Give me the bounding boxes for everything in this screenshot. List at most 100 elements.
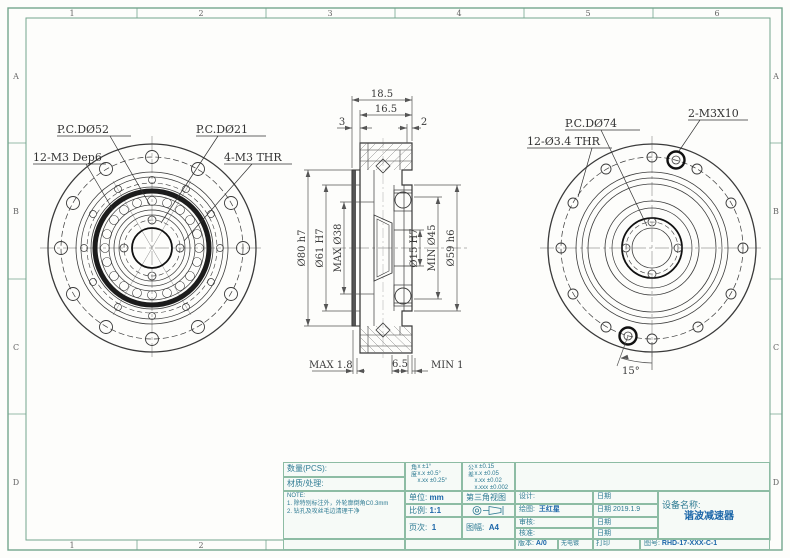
projection-label: 第三角视图 <box>466 493 506 503</box>
linear-tolerance-label: 公差 <box>465 464 473 491</box>
version-cell: 版本: A/0 <box>515 539 558 550</box>
check-cell: 审核: <box>515 517 593 528</box>
zone-col-4: 4 <box>456 9 461 18</box>
qty-label: 数量(PCS): <box>287 464 327 473</box>
upper-right-empty-cell <box>515 462 770 491</box>
angle-tolerance-cell: 角度 x ±1° x.x ±0.5° x.xx ±0.25° <box>405 462 462 491</box>
dim-max18: MAX 1.8 <box>309 360 353 371</box>
linear-tol-row: x ±0.15 <box>475 464 509 471</box>
check-label: 审核: <box>519 519 535 526</box>
print-label: 打印 <box>596 540 610 547</box>
approve-cell: 核准: <box>515 528 593 539</box>
date-label: 日期 <box>597 493 611 500</box>
device-name: 谐波减速器 <box>662 511 766 524</box>
zone-row-d: D <box>13 478 19 487</box>
material-cell: 材质/处理: <box>283 477 405 491</box>
label-15deg: 15° <box>622 366 640 377</box>
drawing-number-cell: 图号: RHD-17-XXX-C-1 <box>640 539 770 550</box>
check-date-cell: 日期 <box>593 517 658 528</box>
dim-2: 2 <box>421 117 427 128</box>
unit-cell: 单位: mm <box>405 491 462 504</box>
dim-dia38: MAX Ø38 <box>333 224 344 273</box>
sheet-label: 图幅: <box>466 523 484 532</box>
third-angle-projection-icon <box>469 505 509 516</box>
note-title: NOTE: <box>287 493 401 501</box>
label-pcd74: P.C.DØ74 <box>565 117 617 130</box>
drafter-name: 王红星 <box>539 506 560 513</box>
dim-6-5: 6.5 <box>392 359 408 370</box>
notes-cell: NOTE: 1. 除特别标注外，外轮廓倒角C0.3mm 2. 钻孔及攻丝毛边清理… <box>283 491 405 539</box>
zone-row-c-r: C <box>773 343 779 352</box>
dim-dia61: Ø61 H7 <box>315 228 326 267</box>
dim-dia15: Ø15 H7 <box>409 228 420 267</box>
design-cell: 设计: <box>515 491 593 504</box>
qty-cell: 数量(PCS): <box>283 462 405 477</box>
zone-col-2b: 2 <box>198 541 203 550</box>
zone-col-5: 5 <box>585 9 590 18</box>
label-12-m3: 12-M3 Dep6 <box>33 151 102 164</box>
approve-date-cell: 日期 <box>593 528 658 539</box>
drawing-number-value: RHD-17-XXX-C-1 <box>662 540 717 547</box>
sheet-size-cell: 图幅: A4 <box>462 517 515 539</box>
zone-col-3: 3 <box>327 9 332 18</box>
mid-bottom-empty-cell <box>405 539 515 550</box>
zone-col-1b: 1 <box>69 541 74 550</box>
scale-cell: 比例: 1:1 <box>405 504 462 517</box>
dim-16-5: 16.5 <box>375 104 397 115</box>
angle-tol-row: x ±1° <box>418 464 448 471</box>
drawing-number-label: 图号: <box>644 540 660 547</box>
zone-col-2: 2 <box>198 9 203 18</box>
page-label: 页次: <box>409 523 427 532</box>
date-label: 日期 <box>597 519 611 526</box>
draw-cell: 绘图: 王红星 <box>515 504 593 517</box>
dim-dia45: MIN Ø45 <box>427 224 438 271</box>
design-date-cell: 日期 <box>593 491 658 504</box>
draw-date-cell: 日期 2019.1.9 <box>593 504 658 517</box>
page-value: 1 <box>432 523 436 532</box>
plating-cell: 无电镀 <box>558 539 593 550</box>
label-pcd52: P.C.DØ52 <box>57 123 109 136</box>
zone-col-1: 1 <box>69 9 74 18</box>
page-cell: 页次: 1 <box>405 517 462 539</box>
zone-row-a: A <box>12 72 19 81</box>
scale-value: 1:1 <box>429 506 441 516</box>
plating-note: 无电镀 <box>561 541 579 547</box>
material-label: 材质/处理: <box>287 479 323 488</box>
rear-view <box>540 136 764 370</box>
label-4-m3: 4-M3 THR <box>224 151 282 164</box>
approve-label: 核准: <box>519 530 535 537</box>
angle-tol-row: x.x ±0.5° <box>418 471 448 478</box>
dim-min1: MIN 1 <box>431 360 463 371</box>
linear-tol-row: x.x ±0.05 <box>475 471 509 478</box>
sheet-value: A4 <box>489 523 499 532</box>
zone-col-6: 6 <box>714 9 719 18</box>
zone-row-a-r: A <box>772 72 779 81</box>
zone-row-d-r: D <box>773 478 779 487</box>
draw-label: 绘图: <box>519 506 535 513</box>
design-label: 设计: <box>519 493 535 500</box>
angle-tolerance-label: 角度 <box>408 464 416 485</box>
version-label: 版本: <box>518 540 534 547</box>
dim-18-5: 18.5 <box>371 89 393 100</box>
unit-label: 单位: <box>409 493 427 503</box>
dim-dia80: Ø80 h7 <box>297 230 308 267</box>
note-line-1: 1. 除特别标注外，外轮廓倒角C0.3mm <box>287 501 401 509</box>
zone-row-b: B <box>13 207 19 216</box>
projection-label-cell: 第三角视图 <box>462 491 515 504</box>
scale-label: 比例: <box>409 506 427 516</box>
device-name-cell: 设备名称: 谐波减速器 <box>658 491 770 539</box>
print-cell: 打印 <box>593 539 640 550</box>
dim-dia59: Ø59 h6 <box>446 230 457 267</box>
label-pcd21: P.C.DØ21 <box>196 123 248 136</box>
unit-value: mm <box>429 493 443 503</box>
front-view <box>40 136 264 360</box>
zone-row-b-r: B <box>773 207 779 216</box>
zone-row-c: C <box>13 343 19 352</box>
notes-empty-cell <box>283 539 405 550</box>
note-line-2: 2. 钻孔及攻丝毛边清理干净 <box>287 509 401 517</box>
label-12-dia34: 12-Ø3.4 THR <box>527 135 601 148</box>
angle-tol-row: x.xx ±0.25° <box>418 478 448 485</box>
dim-3: 3 <box>339 117 345 128</box>
linear-tolerance-cell: 公差 x ±0.15 x.x ±0.05 x.xx ±0.02 x.xxx ±0… <box>462 462 515 491</box>
title-block: 数量(PCS): 材质/处理: NOTE: 1. 除特别标注外，外轮廓倒角C0.… <box>283 462 770 550</box>
